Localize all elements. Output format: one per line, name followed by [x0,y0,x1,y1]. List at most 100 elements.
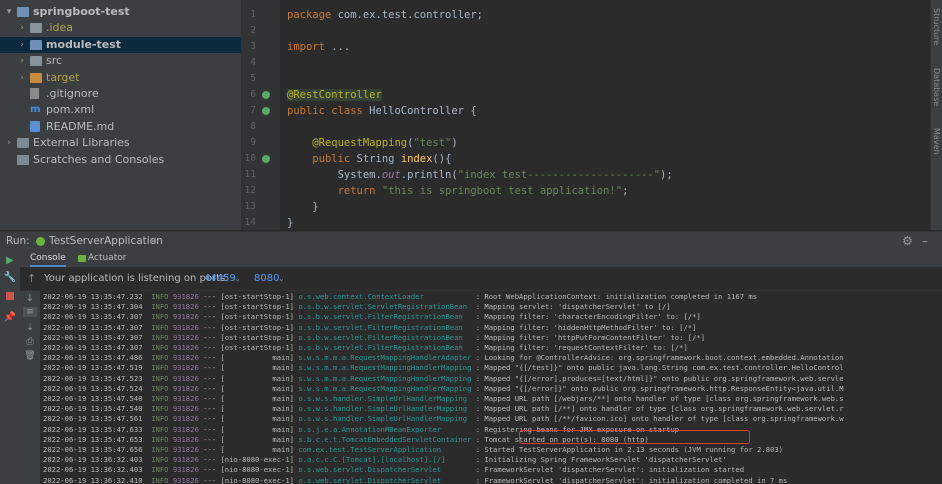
tab-actuator[interactable]: Actuator [88,250,126,267]
chevron-icon[interactable]: ▾ [4,4,14,20]
tree-item[interactable]: › target [0,70,241,86]
code-line: } [287,217,294,229]
chevron-icon[interactable]: › [4,135,14,151]
tree-item-label: springboot-test [33,5,130,18]
print-icon[interactable]: ⎙ [20,337,40,347]
pin-icon[interactable]: 📌 [0,312,20,323]
tree-item-label: pom.xml [46,103,95,117]
chevron-down-icon[interactable]: ⌄ [234,267,241,290]
run-toolbar: ▶ 🔧 📌 [0,250,21,484]
line-number: 3 [250,41,256,52]
folder-icon [17,7,29,17]
spring-boot-icon [36,237,45,246]
line-number: 10 [244,153,256,164]
tree-item[interactable]: › module-test [0,36,241,53]
log-line: 2022-06-19 13:35:47.307 INFO 931826 --- … [43,322,697,332]
tab-console[interactable]: Console [30,250,66,267]
code-line: public String index(){ [312,153,452,165]
tree-item[interactable]: Scratches and Consoles [0,152,241,168]
up-arrow-icon[interactable]: ↑ [27,267,36,290]
line-number: 1 [250,9,256,20]
md-icon [30,120,40,132]
log-line: 2022-06-19 13:35:47.524 INFO 931826 --- … [43,383,844,393]
tree-item[interactable]: › External Libraries [0,135,241,151]
code-line: package com.ex.test.controller; [287,9,483,21]
line-number: 14 [244,217,256,228]
tomcat-started-highlight [519,430,750,444]
line-number: 7 [250,105,256,116]
line-number: 12 [244,185,256,196]
port-link-8080[interactable]: 8080 [254,267,279,290]
editor-gutter: 123456789101112131415 [242,0,298,244]
tree-item-label: .idea [46,21,74,35]
chevron-icon[interactable]: › [17,70,27,86]
close-icon[interactable]: × [149,232,157,251]
tree-item[interactable]: m pom.xml [0,102,241,118]
spring-bean-icon[interactable] [262,155,270,163]
tree-item[interactable]: README.md [0,119,241,135]
chevron-icon[interactable]: › [17,53,27,69]
run-config-tab[interactable]: TestServerApplication [49,232,163,251]
run-tabs: Console Actuator [20,250,942,267]
port-link-44459[interactable]: 44459 [204,267,236,290]
code-line: @RestController [287,89,382,101]
build-icon[interactable]: 🔧 [0,272,20,283]
trash-icon[interactable]: 🗑 [20,351,40,361]
minimize-icon[interactable]: – [922,232,928,251]
project-tree: ▾ springboot-test › .idea › module-test › src › t… [0,0,242,230]
log-line: 2022-06-19 13:36:32.403 INFO 931826 --- … [43,465,745,475]
tree-item[interactable]: .gitignore [0,86,241,102]
tree-item-label: target [46,70,80,84]
gear-icon[interactable]: ⚙ [902,232,913,251]
tree-item-label: External Libraries [33,136,130,150]
spring-bean-icon[interactable] [262,107,270,115]
folder-icon [30,56,42,67]
spring-bean-icon[interactable] [262,91,270,99]
code-line: import ... [287,41,351,53]
log-line: 2022-06-19 13:35:47.519 INFO 931826 --- … [43,363,844,373]
code-line: @RequestMapping("test") [312,137,458,149]
log-line: 2022-06-19 13:35:47.523 INFO 931826 --- … [43,373,844,383]
tree-item-label: src [46,54,63,68]
down-arrow-icon[interactable]: ↓ [20,293,40,304]
log-line: 2022-06-19 13:35:47.486 INFO 931826 --- … [43,353,844,363]
log-line: 2022-06-19 13:35:47.307 INFO 931826 --- … [43,332,706,342]
lib-icon [17,154,29,165]
log-line: 2022-06-19 13:35:47.561 INFO 931826 --- … [43,414,844,424]
tree-item[interactable]: › .idea [0,20,241,36]
stop-icon[interactable] [0,292,20,303]
side-tool-maven[interactable]: Maven [932,128,941,155]
console-output[interactable]: 2022-06-19 13:35:47.232 INFO 931826 --- … [40,291,942,484]
run-panel-header: Run: TestServerApplication × ⚙ – [0,231,942,251]
chevron-down-icon[interactable]: ⌄ [278,267,285,290]
tree-item-label: Scratches and Consoles [33,152,165,166]
log-line: 2022-06-19 13:36:32.403 INFO 931826 --- … [43,455,727,465]
log-line: 2022-06-19 13:35:47.540 INFO 931826 --- … [43,394,844,403]
scroll-end-icon[interactable]: ⇣ [20,323,40,333]
chevron-icon[interactable]: › [17,37,27,53]
ports-bar: ↑ Your application is listening on ports… [20,267,942,291]
file-icon [30,88,39,99]
tree-item[interactable]: › src [0,53,241,69]
log-line: 2022-06-19 13:35:47.307 INFO 931826 --- … [43,343,688,352]
folder-icon [30,23,42,34]
code-line: public class HelloController { [287,105,477,117]
soft-wrap-icon[interactable]: ≡ [23,307,37,317]
chevron-icon[interactable]: › [17,20,27,36]
line-number: 4 [250,57,256,68]
code-line: System.out.println("index test----------… [287,169,673,181]
line-number: 8 [250,121,256,132]
maven-icon: m [30,104,41,116]
lib-icon [17,138,29,149]
code-editor[interactable]: package com.ex.test.controller; import ..… [280,0,930,230]
folder-icon [30,72,42,83]
folder-icon [30,39,42,50]
tree-item-label: module-test [46,37,122,51]
side-tool-structure[interactable]: Structure [932,8,941,45]
side-tool-database[interactable]: Database [932,68,941,106]
line-number: 6 [250,89,256,100]
log-line: 2022-06-19 13:35:47.232 INFO 931826 --- … [43,292,758,301]
tree-item[interactable]: ▾ springboot-test [0,4,241,20]
log-line: 2022-06-19 13:35:47.540 INFO 931826 --- … [43,404,844,414]
rerun-icon[interactable]: ▶ [0,255,20,266]
